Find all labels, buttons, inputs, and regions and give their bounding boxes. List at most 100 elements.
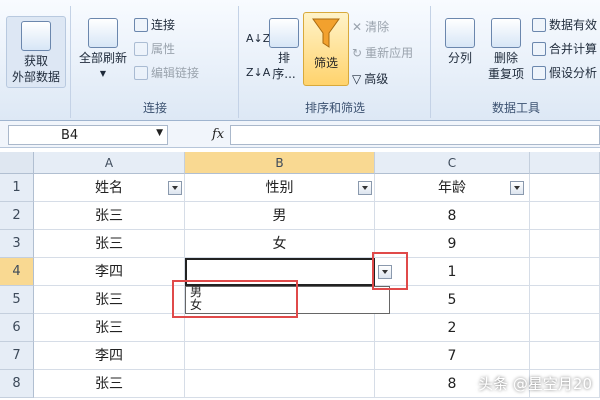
cell-c-7[interactable]: 7 <box>375 342 530 370</box>
data-validation-button[interactable]: 数据有效 <box>532 16 597 33</box>
consolidate-icon <box>532 41 546 56</box>
connections-button[interactable]: 连接 <box>134 16 175 33</box>
name-box[interactable]: B4 ▼ <box>8 125 168 145</box>
reapply-button[interactable]: ↻ 重新应用 <box>352 44 413 61</box>
filter-dropdown-b-button[interactable] <box>358 181 372 195</box>
filter-dropdown-c-button[interactable] <box>510 181 524 195</box>
sort-icon <box>269 18 299 48</box>
remove-duplicates-icon <box>491 18 521 48</box>
remove-duplicates-label-1: 删除 <box>493 51 518 65</box>
connections-icon <box>134 17 148 32</box>
edit-links-label: 编辑链接 <box>151 66 200 80</box>
reapply-label: 重新应用 <box>365 46 414 60</box>
cell-a-7[interactable]: 李四 <box>34 342 185 370</box>
row-header[interactable]: 8 <box>0 370 34 398</box>
get-external-group: 获取 外部数据 <box>0 6 71 118</box>
refresh-icon <box>88 18 118 48</box>
get-external-label-2: 外部数据 <box>11 70 60 84</box>
cell-c-5[interactable]: 5 <box>375 286 530 314</box>
edit-links-button[interactable]: 编辑链接 <box>134 64 199 81</box>
chevron-down-icon: ▼ <box>99 69 107 78</box>
columns-icon <box>445 18 475 48</box>
cell-b-2[interactable]: 男 <box>185 202 375 230</box>
highlight-dropdown-list <box>172 280 298 318</box>
remove-duplicates-button[interactable]: 删除 重复项 <box>484 18 528 82</box>
filter-dropdown-a-button[interactable] <box>168 181 182 195</box>
consolidate-label: 合并计算 <box>549 42 598 56</box>
cell-b-6[interactable] <box>185 314 375 342</box>
connections-label: 连接 <box>151 18 176 32</box>
cell-b-8[interactable] <box>185 370 375 398</box>
what-if-button[interactable]: 假设分析 <box>532 64 597 81</box>
cell-a-5[interactable]: 张三 <box>34 286 185 314</box>
select-all-corner[interactable] <box>0 152 34 174</box>
clear-button[interactable]: ✕ 清除 <box>352 18 389 35</box>
chevron-down-icon[interactable]: ▼ <box>156 128 163 138</box>
column-header-d[interactable] <box>530 152 600 174</box>
sort-ascending-button[interactable]: A↓Z <box>246 32 270 45</box>
group-label-sort-filter: 排序和筛选 <box>304 101 365 115</box>
watermark: 头条 @星空月20 <box>478 375 592 393</box>
advanced-filter-icon: ▽ <box>352 71 362 86</box>
filter-button[interactable]: 筛选 <box>303 12 349 86</box>
row-header[interactable]: 2 <box>0 202 34 230</box>
cell-b-1[interactable]: 性别 <box>185 174 375 202</box>
cell-d-4[interactable] <box>530 258 600 286</box>
data-tools-group: 分列 删除 重复项 数据有效 合并计算 假设分析 数据工具 <box>432 6 600 118</box>
cell-d-7[interactable] <box>530 342 600 370</box>
advanced-label: 高级 <box>364 72 389 86</box>
text-to-columns-label: 分列 <box>447 51 472 65</box>
text-to-columns-button[interactable]: 分列 <box>440 18 480 66</box>
row-header[interactable]: 4 <box>0 258 34 286</box>
row-header[interactable]: 3 <box>0 230 34 258</box>
cell-b-3[interactable]: 女 <box>185 230 375 258</box>
sort-label: 排序... <box>272 51 296 81</box>
row-header[interactable]: 7 <box>0 342 34 370</box>
row-header[interactable]: 1 <box>0 174 34 202</box>
refresh-all-button[interactable]: 全部刷新 ▼ <box>74 18 132 82</box>
cell-d-6[interactable] <box>530 314 600 342</box>
properties-label: 属性 <box>151 42 176 56</box>
cell-d-2[interactable] <box>530 202 600 230</box>
cell-d-3[interactable] <box>530 230 600 258</box>
ribbon: 获取 外部数据 全部刷新 ▼ 连接 属性 编辑链接 连接 A↓Z Z↓A 排序.… <box>0 0 600 121</box>
formula-input[interactable] <box>230 125 600 145</box>
highlight-dropdown-arrow <box>372 252 408 290</box>
advanced-button[interactable]: ▽ 高级 <box>352 70 388 87</box>
data-validation-label: 数据有效 <box>549 18 598 32</box>
cell-b-7[interactable] <box>185 342 375 370</box>
cell-a-1[interactable]: 姓名 <box>34 174 185 202</box>
row-header[interactable]: 6 <box>0 314 34 342</box>
filter-label: 筛选 <box>313 56 338 70</box>
group-label-connections: 连接 <box>142 101 167 115</box>
what-if-icon <box>532 65 546 80</box>
funnel-icon <box>312 18 340 48</box>
name-box-value: B4 <box>61 128 79 143</box>
fx-button[interactable]: fx <box>212 127 224 142</box>
get-external-data-button[interactable]: 获取 外部数据 <box>6 16 66 88</box>
cell-d-1[interactable] <box>530 174 600 202</box>
cell-c-1[interactable]: 年龄 <box>375 174 530 202</box>
what-if-label: 假设分析 <box>549 66 598 80</box>
database-icon <box>21 21 51 51</box>
connections-group: 全部刷新 ▼ 连接 属性 编辑链接 连接 <box>72 6 239 118</box>
column-header-b[interactable]: B <box>185 152 375 174</box>
cell-a-8[interactable]: 张三 <box>34 370 185 398</box>
cell-a-2[interactable]: 张三 <box>34 202 185 230</box>
cell-a-3[interactable]: 张三 <box>34 230 185 258</box>
cell-d-5[interactable] <box>530 286 600 314</box>
column-header-c[interactable]: C <box>375 152 530 174</box>
reapply-icon: ↻ <box>352 45 363 60</box>
cell-a-6[interactable]: 张三 <box>34 314 185 342</box>
cell-a-4[interactable]: 李四 <box>34 258 185 286</box>
cell-c-6[interactable]: 2 <box>375 314 530 342</box>
row-header[interactable]: 5 <box>0 286 34 314</box>
sort-button[interactable]: 排序... <box>268 18 300 82</box>
validation-icon <box>532 17 546 32</box>
consolidate-button[interactable]: 合并计算 <box>532 40 597 57</box>
cell-c-2[interactable]: 8 <box>375 202 530 230</box>
column-header-a[interactable]: A <box>34 152 185 174</box>
sort-descending-button[interactable]: Z↓A <box>246 66 270 79</box>
properties-button[interactable]: 属性 <box>134 40 175 57</box>
link-icon <box>134 65 148 80</box>
